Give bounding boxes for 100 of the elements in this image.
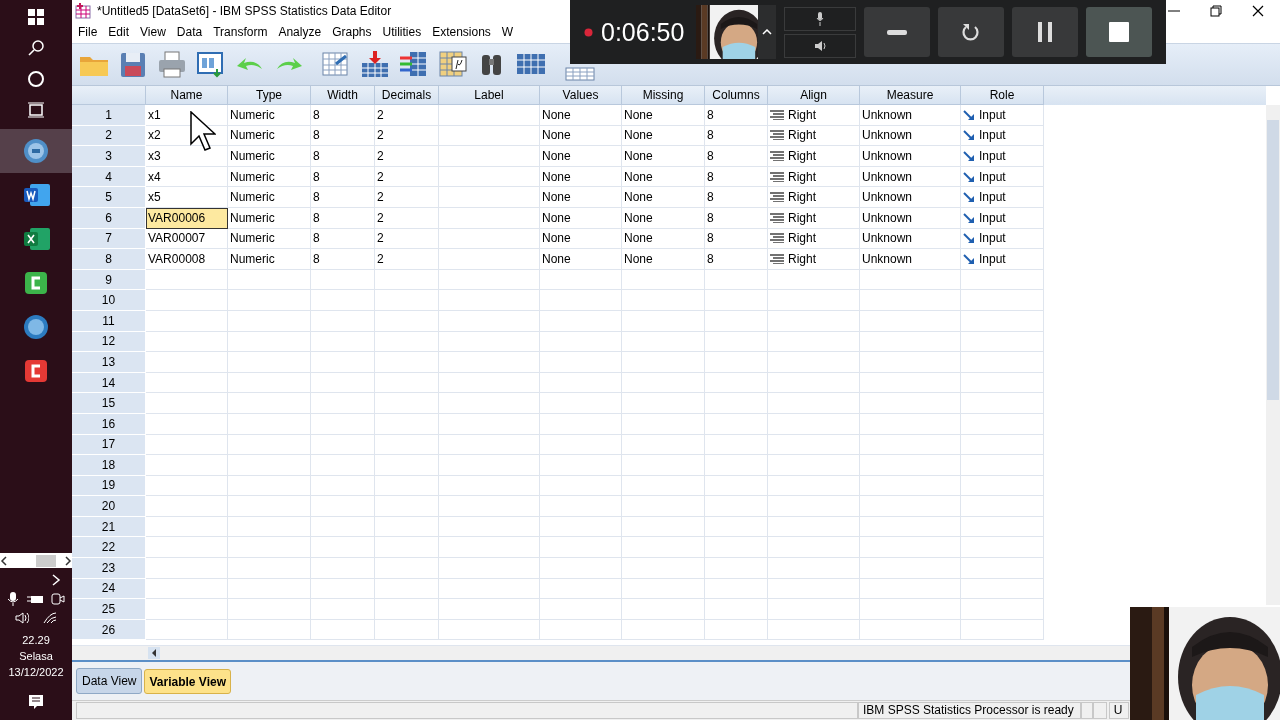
empty-cell[interactable] — [540, 413, 622, 435]
column-header[interactable]: Role — [961, 86, 1044, 105]
empty-cell[interactable] — [439, 146, 540, 167]
row-number[interactable]: 19 — [72, 475, 146, 497]
empty-cell[interactable] — [622, 537, 705, 559]
empty-cell[interactable] — [439, 207, 540, 229]
empty-cell[interactable] — [228, 393, 311, 414]
empty-cell[interactable] — [622, 393, 705, 414]
row-number[interactable]: 23 — [72, 558, 146, 579]
empty-cell[interactable] — [768, 310, 860, 332]
row-number[interactable]: 2 — [72, 125, 146, 147]
stop-button[interactable] — [1086, 7, 1153, 57]
empty-cell[interactable] — [768, 269, 860, 291]
row-number[interactable]: 12 — [72, 331, 146, 353]
empty-cell[interactable] — [375, 537, 439, 559]
empty-cell[interactable] — [375, 372, 439, 394]
empty-cell[interactable] — [705, 310, 768, 332]
empty-cell[interactable] — [439, 599, 540, 620]
empty-cell[interactable] — [768, 558, 860, 579]
empty-cell[interactable] — [768, 455, 860, 476]
empty-cell[interactable] — [228, 537, 311, 559]
menu-item[interactable]: File — [76, 25, 107, 39]
empty-cell[interactable] — [439, 537, 540, 559]
empty-cell[interactable] — [228, 290, 311, 311]
empty-cell[interactable] — [311, 310, 375, 332]
microphone-level[interactable] — [784, 6, 857, 31]
empty-cell[interactable] — [705, 599, 768, 620]
empty-cell[interactable] — [705, 475, 768, 497]
column-header[interactable]: Type — [228, 86, 311, 105]
empty-cell[interactable] — [439, 455, 540, 476]
empty-cell[interactable] — [705, 434, 768, 456]
empty-cell[interactable] — [622, 413, 705, 435]
empty-cell[interactable] — [439, 578, 540, 600]
row-number[interactable]: 10 — [72, 290, 146, 311]
empty-cell[interactable] — [705, 578, 768, 600]
empty-cell[interactable] — [622, 578, 705, 600]
empty-cell[interactable] — [439, 249, 540, 270]
empty-cell[interactable] — [860, 352, 961, 373]
close-icon[interactable] — [1252, 4, 1264, 17]
row-number[interactable]: 15 — [72, 393, 146, 414]
menu-item[interactable]: Edit — [106, 25, 139, 39]
empty-cell[interactable] — [860, 455, 961, 476]
empty-cell[interactable] — [768, 475, 860, 497]
empty-cell[interactable] — [375, 310, 439, 332]
empty-cell[interactable] — [311, 352, 375, 373]
task-view-icon[interactable] — [27, 101, 45, 119]
row-number[interactable]: 22 — [72, 537, 146, 559]
restore-icon[interactable] — [1210, 4, 1222, 17]
empty-cell[interactable] — [705, 413, 768, 435]
empty-cell[interactable] — [311, 496, 375, 517]
empty-cell[interactable] — [439, 269, 540, 291]
row-number[interactable]: 13 — [72, 352, 146, 373]
empty-cell[interactable] — [540, 372, 622, 394]
row-number[interactable]: 25 — [72, 599, 146, 620]
empty-cell[interactable] — [768, 578, 860, 600]
empty-cell[interactable] — [439, 475, 540, 497]
empty-cell[interactable] — [375, 558, 439, 579]
empty-cell[interactable] — [540, 352, 622, 373]
empty-cell[interactable] — [705, 393, 768, 414]
empty-cell[interactable] — [375, 455, 439, 476]
empty-cell[interactable] — [228, 455, 311, 476]
empty-cell[interactable] — [439, 166, 540, 188]
menu-item[interactable]: Extensions — [430, 25, 500, 39]
search-icon[interactable] — [27, 39, 45, 57]
row-number[interactable]: 17 — [72, 434, 146, 456]
row-number[interactable]: 16 — [72, 413, 146, 435]
row-number[interactable]: 7 — [72, 228, 146, 250]
empty-cell[interactable] — [860, 413, 961, 435]
empty-cell[interactable] — [439, 516, 540, 538]
empty-cell[interactable] — [228, 331, 311, 353]
empty-cell[interactable] — [705, 269, 768, 291]
empty-cell[interactable] — [705, 331, 768, 353]
empty-cell[interactable] — [705, 619, 768, 641]
empty-cell[interactable] — [622, 455, 705, 476]
print-icon[interactable] — [156, 48, 188, 81]
menu-item[interactable]: Transform — [211, 25, 277, 39]
row-number[interactable]: 4 — [72, 166, 146, 188]
empty-cell[interactable] — [375, 290, 439, 311]
empty-cell[interactable] — [860, 475, 961, 497]
empty-cell[interactable] — [860, 558, 961, 579]
row-number[interactable]: 26 — [72, 619, 146, 641]
empty-cell[interactable] — [228, 413, 311, 435]
notification-icon[interactable] — [28, 694, 44, 710]
empty-cell[interactable] — [439, 372, 540, 394]
empty-cell[interactable] — [375, 434, 439, 456]
empty-cell[interactable] — [540, 331, 622, 353]
column-header[interactable]: Width — [311, 86, 375, 105]
empty-cell[interactable] — [228, 619, 311, 641]
empty-cell[interactable] — [768, 434, 860, 456]
empty-cell[interactable] — [311, 475, 375, 497]
empty-cell[interactable] — [311, 455, 375, 476]
empty-cell[interactable] — [860, 496, 961, 517]
empty-cell[interactable] — [860, 578, 961, 600]
empty-cell[interactable] — [768, 413, 860, 435]
pause-button[interactable] — [1012, 7, 1079, 57]
empty-cell[interactable] — [439, 310, 540, 332]
empty-cell[interactable] — [311, 537, 375, 559]
empty-cell[interactable] — [375, 619, 439, 641]
empty-cell[interactable] — [860, 619, 961, 641]
empty-cell[interactable] — [228, 599, 311, 620]
